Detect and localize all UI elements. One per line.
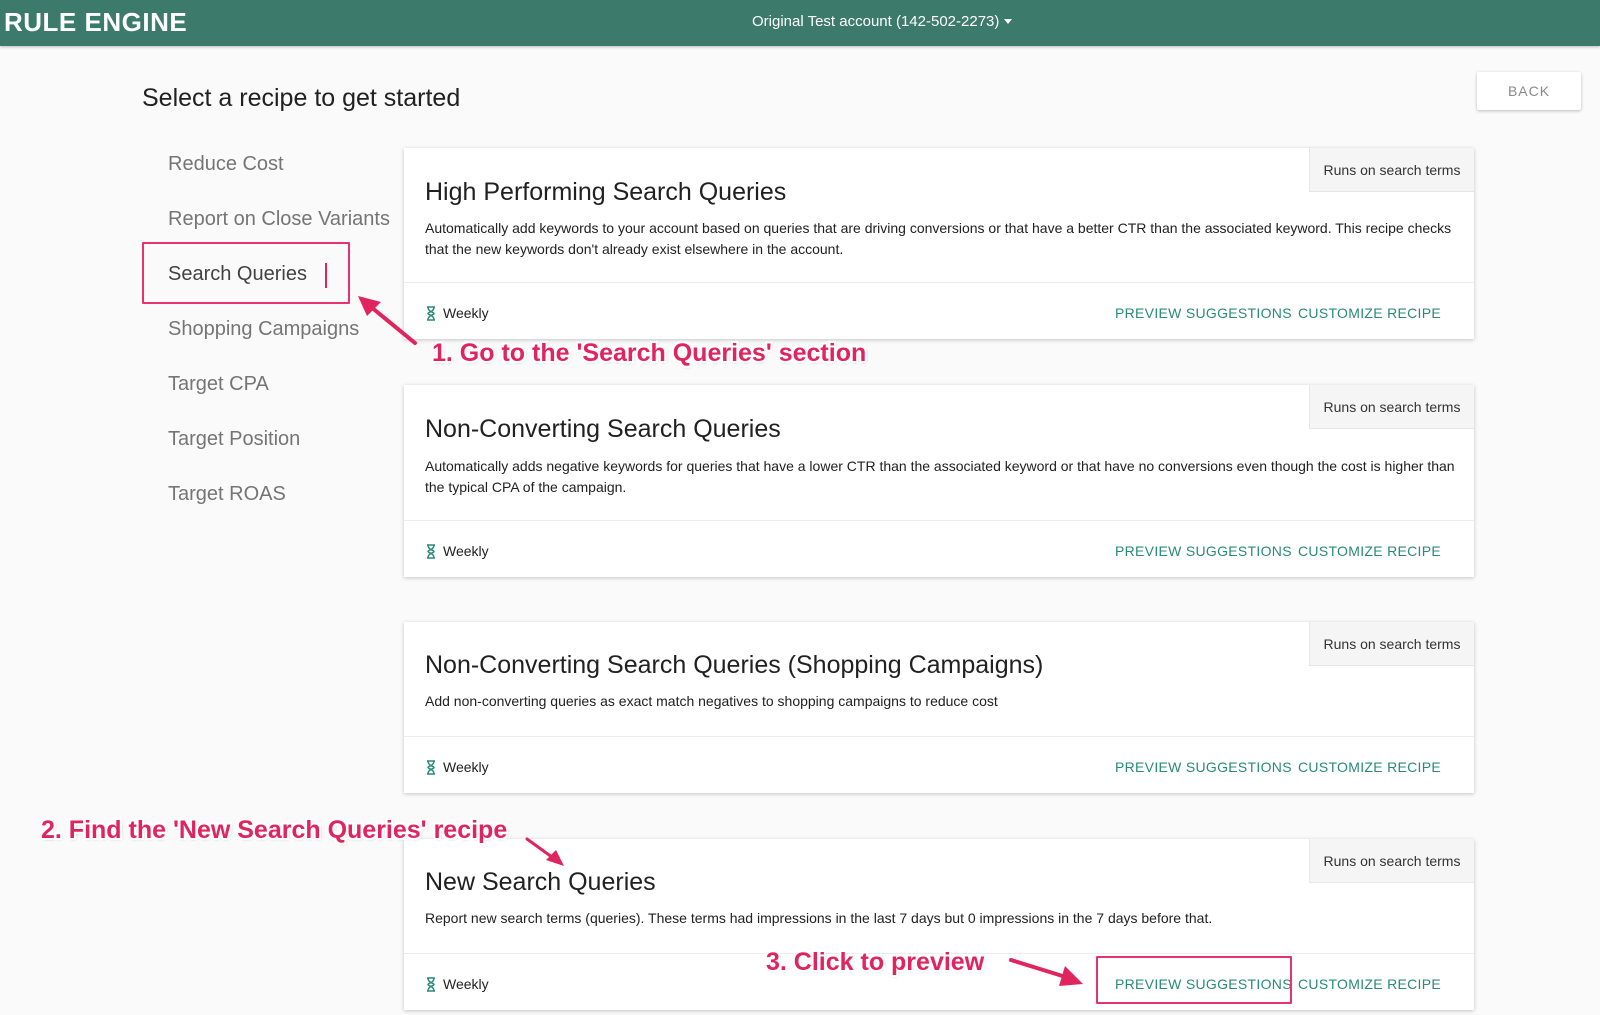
recipe-title: New Search Queries <box>425 868 656 896</box>
recipe-card-high-performing: Runs on search terms High Performing Sea… <box>404 148 1474 339</box>
top-bar: RULE ENGINE Original Test account (142-5… <box>0 0 1600 46</box>
recipe-card-new-search-queries: Runs on search terms New Search Queries … <box>404 839 1474 1010</box>
recipe-card-non-converting: Runs on search terms Non-Converting Sear… <box>404 385 1474 577</box>
recipe-description: Add non-converting queries as exact matc… <box>425 693 998 709</box>
preview-suggestions-button[interactable]: PREVIEW SUGGESTIONS <box>1115 976 1292 992</box>
frequency-label: Weekly <box>443 543 489 559</box>
hourglass-icon <box>427 976 435 992</box>
app-title: RULE ENGINE <box>4 7 188 37</box>
hourglass-icon <box>427 305 435 321</box>
nav-item-close-variants[interactable]: Report on Close Variants <box>168 208 390 231</box>
runs-on-tag: Runs on search terms <box>1309 839 1474 883</box>
recipe-description: Automatically add keywords to your accou… <box>425 220 1452 257</box>
recipe-title: Non-Converting Search Queries <box>425 415 781 443</box>
preview-suggestions-button[interactable]: PREVIEW SUGGESTIONS <box>1115 759 1292 775</box>
page-title: Select a recipe to get started <box>142 84 461 112</box>
customize-recipe-button[interactable]: CUSTOMIZE RECIPE <box>1298 759 1441 775</box>
nav-item-reduce-cost[interactable]: Reduce Cost <box>168 153 284 176</box>
customize-recipe-button[interactable]: CUSTOMIZE RECIPE <box>1298 543 1441 559</box>
frequency: Weekly <box>425 759 489 775</box>
nav-item-target-position[interactable]: Target Position <box>168 428 300 451</box>
nav-item-target-cpa[interactable]: Target CPA <box>168 373 269 396</box>
runs-on-tag: Runs on search terms <box>1309 385 1474 429</box>
customize-recipe-button[interactable]: CUSTOMIZE RECIPE <box>1298 976 1441 992</box>
hourglass-icon <box>427 759 435 775</box>
frequency: Weekly <box>425 543 489 559</box>
annotation-step-3: 3. Click to preview <box>766 948 985 976</box>
frequency-label: Weekly <box>443 976 489 992</box>
recipe-description: Report new search terms (queries). These… <box>425 910 1213 926</box>
card-footer: Weekly PREVIEW SUGGESTIONS CUSTOMIZE REC… <box>404 282 1474 339</box>
recipe-card-non-converting-shopping: Runs on search terms Non-Converting Sear… <box>404 622 1474 793</box>
recipe-title: Non-Converting Search Queries (Shopping … <box>425 651 1044 679</box>
customize-recipe-button[interactable]: CUSTOMIZE RECIPE <box>1298 305 1441 321</box>
card-footer: Weekly PREVIEW SUGGESTIONS CUSTOMIZE REC… <box>404 520 1474 577</box>
annotation-step-2: 2. Find the 'New Search Queries' recipe <box>41 816 508 844</box>
chevron-down-icon <box>1004 19 1013 24</box>
preview-suggestions-button[interactable]: PREVIEW SUGGESTIONS <box>1115 305 1292 321</box>
back-button[interactable]: BACK <box>1477 72 1581 110</box>
recipe-description: Automatically adds negative keywords for… <box>425 458 1455 495</box>
card-footer: Weekly PREVIEW SUGGESTIONS CUSTOMIZE REC… <box>404 736 1474 793</box>
annotation-step-1: 1. Go to the 'Search Queries' section <box>432 339 867 367</box>
preview-suggestions-button[interactable]: PREVIEW SUGGESTIONS <box>1115 543 1292 559</box>
frequency-label: Weekly <box>443 305 489 321</box>
nav-item-search-queries[interactable]: Search Queries <box>168 263 307 286</box>
nav-item-target-roas[interactable]: Target ROAS <box>168 483 286 506</box>
nav-item-shopping-campaigns[interactable]: Shopping Campaigns <box>168 318 359 341</box>
hourglass-icon <box>427 543 435 559</box>
account-selector[interactable]: Original Test account (142-502-2273) <box>752 13 1013 30</box>
runs-on-tag: Runs on search terms <box>1309 622 1474 666</box>
frequency-label: Weekly <box>443 759 489 775</box>
account-label: Original Test account (142-502-2273) <box>752 13 1000 30</box>
runs-on-tag: Runs on search terms <box>1309 148 1474 192</box>
recipe-title: High Performing Search Queries <box>425 178 787 206</box>
frequency: Weekly <box>425 305 489 321</box>
active-indicator <box>325 263 327 288</box>
frequency: Weekly <box>425 976 489 992</box>
